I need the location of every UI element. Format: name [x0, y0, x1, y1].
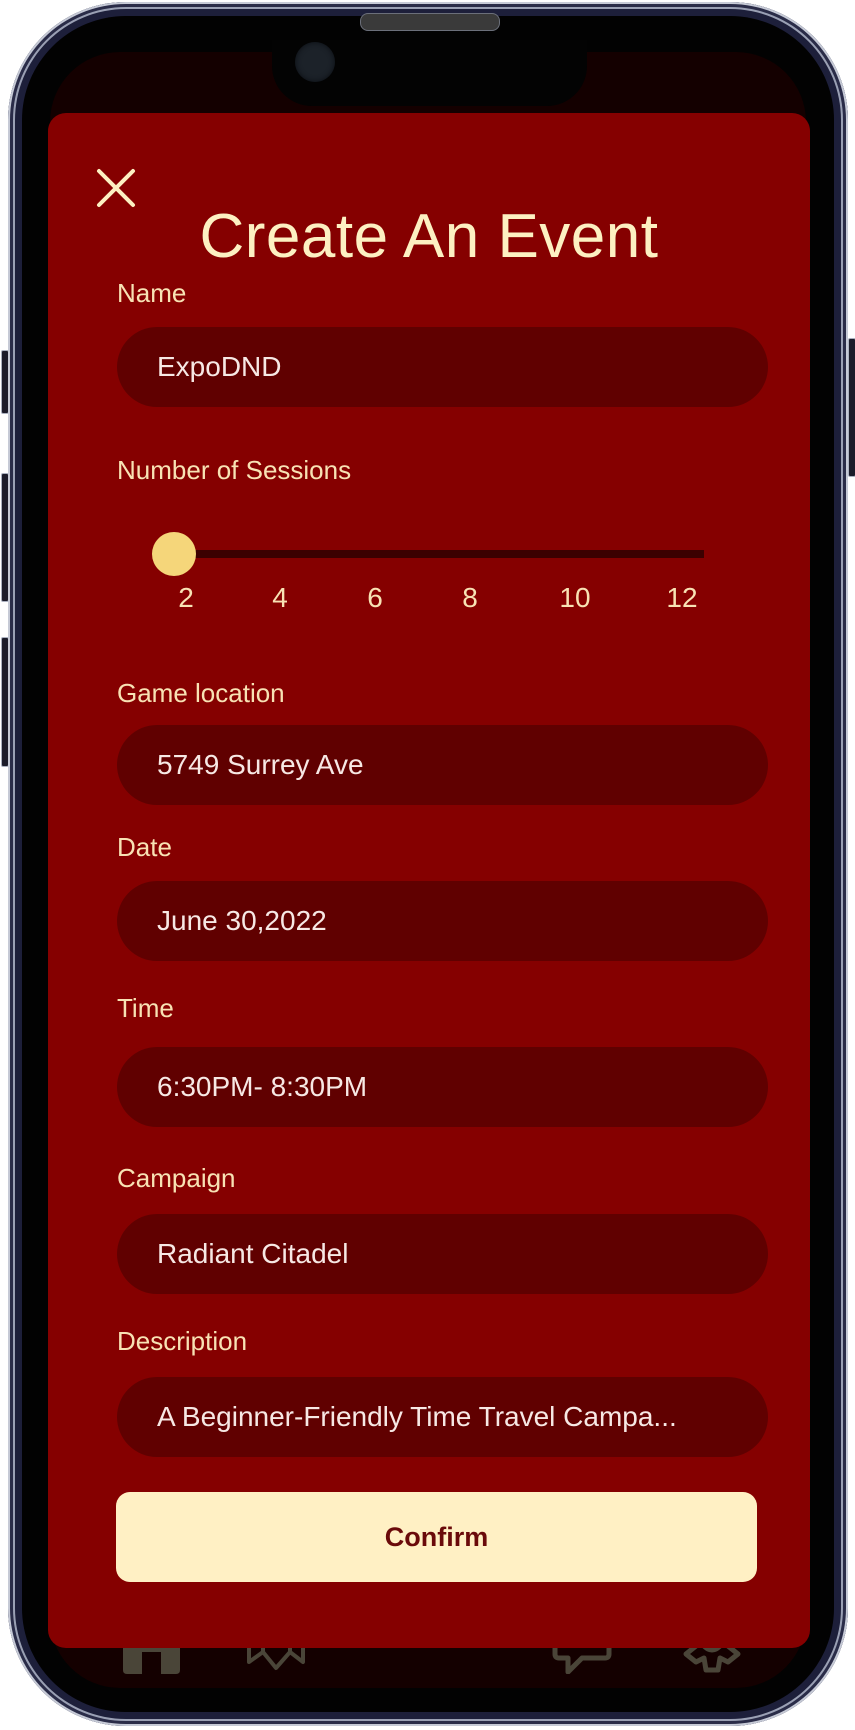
description-input[interactable] [157, 1401, 738, 1433]
location-label: Game location [117, 678, 285, 708]
time-field-container [117, 1047, 768, 1127]
description-field-container [117, 1377, 768, 1457]
campaign-label: Campaign [117, 1163, 236, 1193]
campaign-input[interactable] [157, 1238, 738, 1270]
sessions-tick-label: 6 [367, 582, 383, 613]
description-label: Description [117, 1326, 248, 1356]
name-field-container [117, 327, 768, 407]
sessions-tick-label: 12 [666, 582, 698, 613]
sessions-tick-label: 10 [559, 582, 591, 613]
front-camera [295, 42, 335, 82]
sessions-slider-thumb[interactable] [152, 532, 196, 576]
date-field-container [117, 881, 768, 961]
sessions-label: Number of Sessions [117, 455, 352, 485]
sessions-tick-label: 2 [178, 582, 194, 613]
sessions-slider-track[interactable] [174, 550, 704, 558]
name-label: Name [117, 278, 187, 308]
time-input[interactable] [157, 1071, 738, 1103]
name-input[interactable] [157, 351, 738, 383]
date-input[interactable] [157, 905, 738, 937]
speaker-grille [360, 13, 500, 31]
campaign-field-container [117, 1214, 768, 1294]
location-field-container [117, 725, 768, 805]
location-input[interactable] [157, 749, 738, 781]
confirm-button[interactable]: Confirm [116, 1492, 757, 1582]
sessions-tick-label: 8 [462, 582, 478, 613]
date-label: Date [117, 832, 172, 862]
modal-title: Create An Event [199, 202, 659, 271]
sessions-tick-label: 4 [272, 582, 288, 613]
time-label: Time [117, 993, 174, 1023]
power-button[interactable] [848, 338, 855, 477]
